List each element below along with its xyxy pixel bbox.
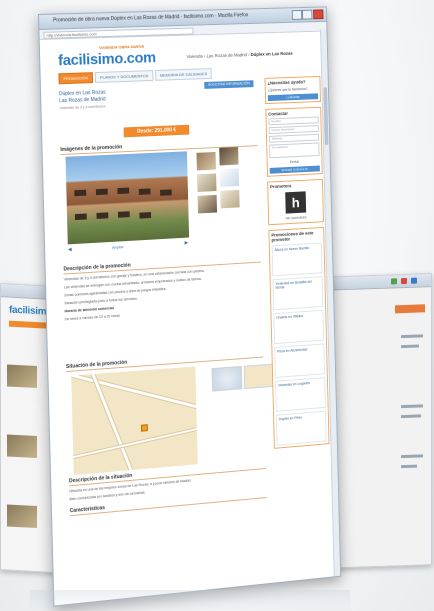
building-window: [96, 212, 109, 219]
call-me-button[interactable]: LLÁMAME: [267, 93, 319, 102]
building-window: [139, 212, 152, 219]
building-window: [138, 188, 151, 195]
next-arrow-icon[interactable]: ►: [183, 240, 189, 246]
promotion-item[interactable]: Chalets en Villalba: [273, 309, 325, 345]
close-button[interactable]: [313, 9, 324, 20]
photo-thumbnail[interactable]: [197, 194, 218, 214]
help-box: ¿Necesitas ayuda? ¿Quieres que te llamem…: [264, 75, 321, 105]
promotions-box: Promociones de este promotor Áticos en N…: [268, 226, 330, 449]
red-icon: [401, 277, 407, 285]
promotions-title: Promociones de este promotor: [271, 230, 314, 243]
building-window: [74, 213, 87, 221]
main-browser-window: Promoción de obra nueva Dúplex en Las Ro…: [38, 6, 342, 607]
photo-thumbnail[interactable]: [220, 189, 240, 209]
promotion-item[interactable]: Viviendas en Boadilla del Monte: [272, 276, 324, 311]
building-window: [74, 189, 87, 197]
help-text: ¿Quieres que te llamemos?: [267, 86, 308, 93]
background-photo: [7, 504, 37, 529]
background-text-line: [401, 334, 423, 339]
images-section: Imágenes de la promoción ◄ Ampliar ►: [60, 138, 258, 253]
map-view-thumbnail[interactable]: [211, 365, 243, 392]
background-text-line: [401, 414, 421, 419]
building-window: [117, 211, 130, 218]
phone-field[interactable]: Teléfono: [268, 133, 320, 143]
photo-thumbnail[interactable]: [219, 147, 239, 166]
help-title: ¿Necesitas ayuda?: [267, 79, 306, 86]
photo-thumbnail[interactable]: [219, 168, 240, 187]
contact-title: Contactar: [268, 110, 288, 117]
promotion-item[interactable]: Viviendas en Leganés: [275, 377, 326, 412]
blue-icon: [411, 277, 417, 284]
promotion-item[interactable]: Áticos en Nuevo Baztán: [271, 242, 323, 277]
background-text-line: [401, 344, 419, 349]
breadcrumb-current: Dúplex en Las Rozas: [250, 50, 293, 58]
screenshot-stage: facilisimo.com Promoción de obra nueva D…: [0, 0, 434, 611]
map-road: [71, 422, 198, 462]
name-field[interactable]: Nombre: [268, 116, 319, 126]
background-orange-button: [395, 304, 425, 314]
breadcrumb-path[interactable]: Vivienda › Las Rozas de Madrid ›: [186, 52, 249, 59]
promotion-item[interactable]: Dúplex en Pinto: [275, 410, 327, 446]
sidebar: ¿Necesitas ayuda? ¿Quieres que te llamem…: [264, 75, 330, 454]
promoter-box: Promotora h Ver promotora: [267, 178, 324, 226]
breadcrumb: Vivienda › Las Rozas de Madrid › Dúplex …: [186, 51, 292, 59]
promoter-link[interactable]: Ver promotora: [271, 215, 321, 223]
map-pin-icon[interactable]: [140, 424, 148, 432]
prev-arrow-icon[interactable]: ◄: [67, 247, 73, 253]
building-window: [117, 187, 130, 195]
background-text-line: [401, 464, 417, 469]
minimize-button[interactable]: [291, 9, 303, 20]
background-text-line: [401, 404, 423, 409]
comments-field[interactable]: Comentarios: [269, 142, 320, 159]
green-icon: [391, 278, 397, 285]
promoter-title: Promotora: [270, 183, 292, 190]
send-inquiry-button[interactable]: ENVIAR CONSULTA: [269, 165, 320, 174]
promotion-item[interactable]: Pisos en Alcobendas: [274, 343, 326, 378]
map-view-thumbnail[interactable]: [243, 363, 275, 390]
email-field[interactable]: Correo electrónico: [268, 125, 319, 135]
tab-planos[interactable]: PLANOS Y DOCUMENTOS: [94, 70, 154, 83]
window-title: Promoción de obra nueva Dúplex en Las Ro…: [52, 12, 249, 24]
background-photo: [7, 434, 37, 459]
tab-promocion[interactable]: PROMOCIÓN: [58, 72, 94, 85]
listing-title-block: Dúplex en Las Rozas Las Rozas de Madrid …: [59, 84, 257, 112]
location-map[interactable]: [71, 366, 198, 476]
floor-reflection: [30, 590, 350, 611]
background-photo: [7, 364, 37, 389]
building-window: [95, 188, 108, 196]
promoter-logo[interactable]: h: [285, 191, 307, 214]
contact-box: Contactar Nombre Correo electrónico Telé…: [265, 106, 323, 177]
photo-thumbnail[interactable]: [197, 173, 217, 192]
building-window: [160, 189, 172, 196]
tab-memoria[interactable]: MEMORIA DE CALIDADES: [154, 68, 213, 81]
site-logo[interactable]: facilisimo.com: [58, 49, 156, 69]
map-road: [71, 371, 198, 414]
map-section: Situación de la promoción: [65, 349, 275, 476]
price-badge: Desde: 291.000 €: [123, 124, 190, 138]
scrollbar-thumb[interactable]: [323, 87, 329, 146]
description-section: Descripción de la promoción Viviendas de…: [63, 254, 262, 323]
main-photo[interactable]: [65, 151, 190, 245]
main-content: Dúplex en Las Rozas Las Rozas de Madrid …: [59, 78, 275, 517]
photo-thumbnail[interactable]: [196, 151, 216, 171]
background-text-line: [401, 454, 423, 459]
enlarge-link[interactable]: Ampliar: [112, 245, 124, 250]
maximize-button[interactable]: [301, 9, 313, 20]
